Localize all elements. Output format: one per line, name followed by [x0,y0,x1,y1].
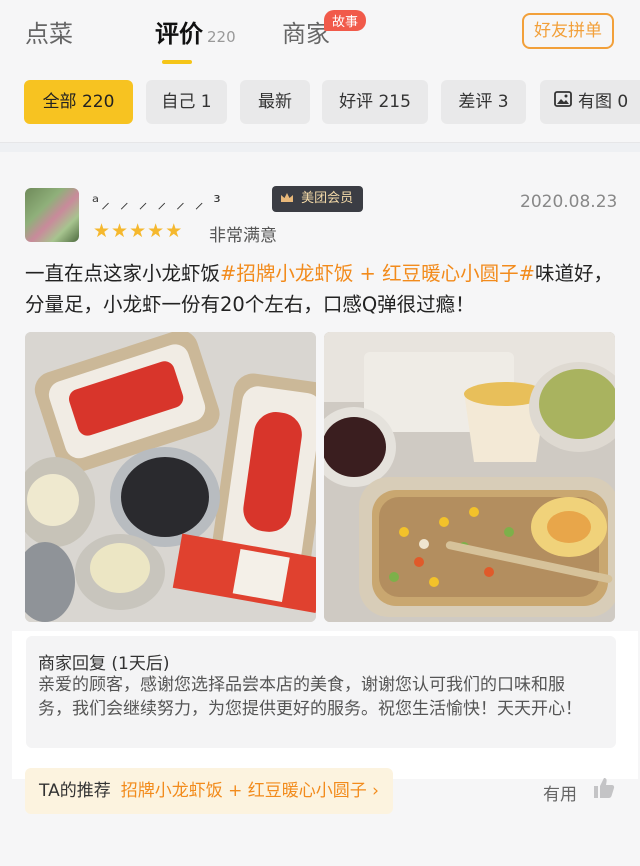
recommend-label: TA的推荐 [39,781,111,801]
star-icon: ★ [147,220,165,242]
review-dish-tags[interactable]: #招牌小龙虾饭 + 红豆暖心小圆子# [220,262,535,285]
filter-positive[interactable]: 好评 215 [322,80,428,124]
merchant-reply-title: 商家回复 (1天后) [38,654,170,674]
avatar[interactable] [25,188,79,242]
recommend-dishes: 招牌小龙虾饭 + 红豆暖心小圆子 › [120,781,379,801]
tab-order-label: 点菜 [25,20,73,48]
star-icon: ★ [129,220,147,242]
review-date: 2020.08.23 [520,192,618,212]
story-badge: 故事 [324,10,367,31]
star-icon: ★ [165,220,183,242]
tab-merchant-label: 商家 [282,20,330,48]
tab-reviews-count: 220 [207,28,236,46]
tab-reviews-label: 评价 [155,20,203,48]
recommended-dishes[interactable]: TA的推荐 招牌小龙虾饭 + 红豆暖心小圆子 › [25,768,393,814]
star-rating: ★★★★★ [93,220,183,242]
filter-negative[interactable]: 差评 3 [441,80,526,124]
top-tab-bar: 点菜 评价 220 商家 故事 好友拼单 [0,0,640,67]
crown-icon [280,191,301,206]
star-icon: ★ [111,220,129,242]
active-tab-indicator [162,60,192,64]
review-photo-2[interactable] [324,332,615,622]
vip-badge-label: 美团会员 [301,191,354,206]
star-icon: ★ [93,220,111,242]
review-text: 一直在点这家小龙虾饭#招牌小龙虾饭 + 红豆暖心小圆子#味道好，分量足，小龙虾一… [25,258,615,320]
filter-latest[interactable]: 最新 [240,80,310,124]
review-photo-1[interactable] [25,332,316,622]
username: ᵃ⸝ ⸝ ⸝ ⸝ ⸝ ⸝ ³ [92,192,223,213]
vip-badge: 美团会员 [272,186,364,212]
review-text-part: 一直在点这家小龙虾饭 [25,262,221,285]
tab-reviews[interactable]: 评价 220 [155,14,236,49]
tab-merchant[interactable]: 商家 [282,14,330,49]
merchant-reply-text: 亲爱的顾客，感谢您选择品尝本店的美食，谢谢您认可我们的口味和服务，我们会继续努力… [38,675,582,719]
filter-mine[interactable]: 自己 1 [146,80,227,124]
rating-text: 非常满意 [209,226,277,246]
image-icon [554,80,572,124]
useful-label[interactable]: 有用 [543,780,577,805]
filter-with-photos-label: 有图 0 [578,92,629,112]
filter-with-photos[interactable]: 有图 0 [540,80,640,124]
filter-all[interactable]: 全部 220 [24,80,133,124]
thumbs-up-icon[interactable] [592,776,616,804]
review-filter-bar: 全部 220 自己 1 最新 好评 215 差评 3 有图 0 [0,66,640,143]
friend-group-order-button[interactable]: 好友拼单 [522,13,614,49]
tab-order[interactable]: 点菜 [25,14,73,49]
